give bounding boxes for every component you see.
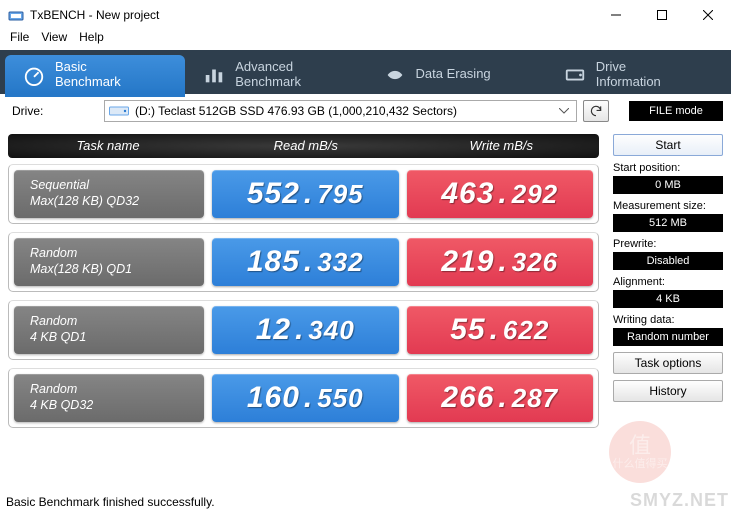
header-task: Task name (8, 134, 208, 158)
read-value: 160.550 (212, 374, 399, 422)
hdd-icon (109, 104, 129, 118)
drive-row: Drive: (D:) Teclast 512GB SSD 476.93 GB … (8, 100, 723, 122)
writing-data-value[interactable]: Random number (613, 328, 723, 346)
read-value: 12.340 (212, 306, 399, 354)
write-value: 463.292 (407, 170, 594, 218)
result-row: RandomMax(128 KB) QD1185.332219.326 (8, 232, 599, 292)
erase-icon (384, 64, 406, 86)
history-button[interactable]: History (613, 380, 723, 402)
header-read: Read mB/s (208, 134, 404, 158)
task-name: Random4 KB QD32 (14, 374, 204, 422)
tab-label: Basic Benchmark (55, 60, 121, 90)
menu-help[interactable]: Help (79, 30, 104, 50)
task-options-button[interactable]: Task options (613, 352, 723, 374)
tab-label: Data Erasing (416, 67, 491, 82)
refresh-icon (589, 104, 603, 118)
drive-select[interactable]: (D:) Teclast 512GB SSD 476.93 GB (1,000,… (104, 100, 577, 122)
task-name: SequentialMax(128 KB) QD32 (14, 170, 204, 218)
drive-icon (564, 64, 586, 86)
watermark-badge: 值 什么值得买 (609, 421, 671, 483)
titlebar: TxBENCH - New project (0, 0, 731, 30)
side-panel: Start Start position: 0 MB Measurement s… (613, 134, 723, 428)
alignment-label: Alignment: (613, 276, 723, 288)
result-row: Random4 KB QD32160.550266.287 (8, 368, 599, 428)
read-value: 552.795 (212, 170, 399, 218)
task-name: Random4 KB QD1 (14, 306, 204, 354)
start-button[interactable]: Start (613, 134, 723, 156)
chevron-down-icon (556, 101, 572, 121)
task-name: RandomMax(128 KB) QD1 (14, 238, 204, 286)
tab-advanced-benchmark[interactable]: Advanced Benchmark (185, 55, 365, 94)
prewrite-value[interactable]: Disabled (613, 252, 723, 270)
refresh-button[interactable] (583, 100, 609, 122)
measurement-size-value[interactable]: 512 MB (613, 214, 723, 232)
close-button[interactable] (685, 0, 731, 30)
results-header: Task name Read mB/s Write mB/s (8, 134, 599, 158)
measurement-size-label: Measurement size: (613, 200, 723, 212)
chart-icon (203, 64, 225, 86)
prewrite-label: Prewrite: (613, 238, 723, 250)
alignment-value[interactable]: 4 KB (613, 290, 723, 308)
start-position-value[interactable]: 0 MB (613, 176, 723, 194)
result-row: SequentialMax(128 KB) QD32552.795463.292 (8, 164, 599, 224)
menu-file[interactable]: File (10, 30, 29, 50)
minimize-button[interactable] (593, 0, 639, 30)
header-write: Write mB/s (404, 134, 600, 158)
tab-label: Drive Information (596, 60, 661, 90)
menu-view[interactable]: View (41, 30, 67, 50)
tab-row: Basic Benchmark Advanced Benchmark Data … (0, 50, 731, 94)
tab-label: Advanced Benchmark (235, 60, 301, 90)
file-mode-button[interactable]: FILE mode (629, 101, 723, 121)
results-area: Task name Read mB/s Write mB/s Sequentia… (8, 134, 599, 428)
tab-drive-information[interactable]: Drive Information (546, 55, 726, 94)
watermark-text: SMYZ.NET (630, 490, 729, 511)
drive-label: Drive: (8, 104, 98, 118)
start-position-label: Start position: (613, 162, 723, 174)
write-value: 55.622 (407, 306, 594, 354)
app-icon (8, 7, 24, 23)
maximize-button[interactable] (639, 0, 685, 30)
status-text: Basic Benchmark finished successfully. (6, 495, 215, 509)
window-title: TxBENCH - New project (30, 8, 593, 22)
write-value: 219.326 (407, 238, 594, 286)
read-value: 185.332 (212, 238, 399, 286)
menubar: File View Help (0, 30, 731, 50)
gauge-icon (23, 64, 45, 86)
tab-data-erasing[interactable]: Data Erasing (366, 55, 546, 94)
tab-basic-benchmark[interactable]: Basic Benchmark (5, 55, 185, 94)
write-value: 266.287 (407, 374, 594, 422)
result-row: Random4 KB QD112.34055.622 (8, 300, 599, 360)
writing-data-label: Writing data: (613, 314, 723, 326)
drive-selected-text: (D:) Teclast 512GB SSD 476.93 GB (1,000,… (135, 104, 457, 118)
